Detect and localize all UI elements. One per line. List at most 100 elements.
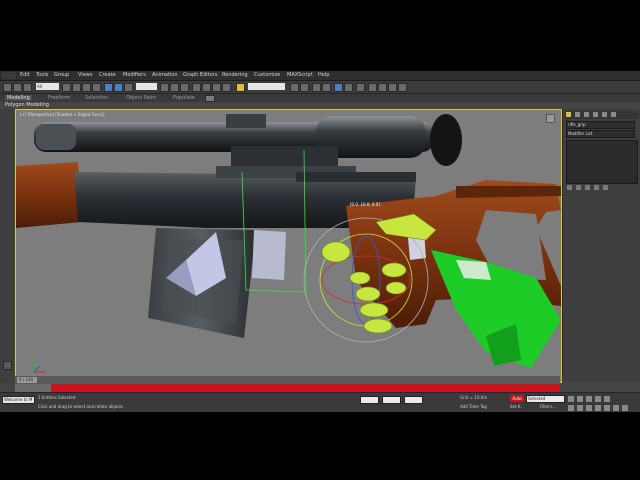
x-coordinate-field[interactable] <box>360 396 379 404</box>
modifier-stack[interactable] <box>566 140 638 184</box>
menu-graph-editors[interactable]: Graph Editors <box>183 72 217 78</box>
rendered-frame-window-icon[interactable] <box>378 83 387 92</box>
scope-model[interactable] <box>34 114 462 168</box>
modifier-stack-buttons <box>566 185 636 192</box>
named-selection-sets-dropdown[interactable] <box>248 83 285 90</box>
status-bar: Welcome to M 1 Entities Selected Click a… <box>0 392 640 412</box>
menu-animation[interactable]: Animation <box>152 72 178 78</box>
ribbon-options-icon[interactable] <box>205 95 215 102</box>
select-object-icon[interactable] <box>62 83 71 92</box>
set-key-button[interactable]: Set K. <box>510 404 522 409</box>
remove-modifier-icon[interactable] <box>594 185 599 190</box>
render-setup-icon[interactable] <box>368 83 377 92</box>
named-selection-icon[interactable] <box>236 83 245 92</box>
field-of-view-icon[interactable] <box>595 405 601 411</box>
zoom-icon[interactable] <box>568 405 574 411</box>
make-unique-icon[interactable] <box>585 185 590 190</box>
pin-stack-icon[interactable] <box>567 185 572 190</box>
selection-filter-dropdown[interactable]: All <box>36 83 59 90</box>
app-logo-icon[interactable] <box>2 72 16 79</box>
display-tab-icon[interactable] <box>602 112 607 117</box>
render-teapot-icon[interactable] <box>398 83 407 92</box>
perspective-viewport[interactable]: [+] [Perspective] [Shaded + Edged Faces]… <box>15 109 562 383</box>
previous-frame-icon[interactable] <box>577 396 583 402</box>
zoom-all-icon[interactable] <box>577 405 583 411</box>
spinner-snap-icon[interactable] <box>222 83 231 92</box>
playback-controls <box>568 396 638 402</box>
auto-key-button[interactable]: Auto <box>510 395 524 402</box>
time-slider-thumb[interactable]: 0 / 100 <box>17 377 37 383</box>
grid-size-label: Grid = 10.0m <box>460 395 488 400</box>
time-slider[interactable]: 0 / 100 <box>15 376 560 384</box>
snaps-toggle-icon[interactable] <box>192 83 201 92</box>
configure-modifier-sets-icon[interactable] <box>603 185 608 190</box>
key-filters-button[interactable]: Filters... <box>540 404 556 409</box>
z-coordinate-field[interactable] <box>404 396 423 404</box>
zoom-extents-icon[interactable] <box>586 405 592 411</box>
pan-icon[interactable] <box>604 405 610 411</box>
select-scale-icon[interactable] <box>124 83 133 92</box>
create-tab-icon[interactable] <box>566 112 571 117</box>
percent-snap-icon[interactable] <box>212 83 221 92</box>
schematic-view-icon[interactable] <box>344 83 353 92</box>
orbit-icon[interactable] <box>613 405 619 411</box>
menu-maxscript[interactable]: MAXScript <box>287 72 313 78</box>
link-icon[interactable] <box>23 83 32 92</box>
tab-modeling[interactable]: Modeling <box>5 95 32 101</box>
motion-tab-icon[interactable] <box>593 112 598 117</box>
reference-coordinate-dropdown[interactable] <box>136 83 157 90</box>
menu-views[interactable]: Views <box>78 72 92 78</box>
select-move-icon[interactable] <box>104 83 113 92</box>
render-production-icon[interactable] <box>388 83 397 92</box>
tab-selection[interactable]: Selection <box>85 95 108 101</box>
manipulate-icon[interactable] <box>170 83 179 92</box>
hierarchy-tab-icon[interactable] <box>584 112 589 117</box>
y-coordinate-field[interactable] <box>382 396 401 404</box>
foregrip-model[interactable] <box>16 162 82 228</box>
next-frame-icon[interactable] <box>595 396 601 402</box>
utilities-tab-icon[interactable] <box>611 112 616 117</box>
tab-populate[interactable]: Populate <box>173 95 195 101</box>
maximize-viewport-icon[interactable] <box>622 405 628 411</box>
menu-customize[interactable]: Customize <box>254 72 280 78</box>
menu-tools[interactable]: Tools <box>36 72 48 78</box>
redo-icon[interactable] <box>13 83 22 92</box>
mirror-icon[interactable] <box>290 83 299 92</box>
show-end-result-icon[interactable] <box>576 185 581 190</box>
modify-tab-icon[interactable] <box>575 112 580 117</box>
play-icon[interactable] <box>586 396 592 402</box>
material-editor-icon[interactable] <box>356 83 365 92</box>
curve-editor-icon[interactable] <box>334 83 343 92</box>
tab-freeform[interactable]: Freeform <box>48 95 70 101</box>
undo-icon[interactable] <box>3 83 12 92</box>
menu-edit[interactable]: Edit <box>20 72 30 78</box>
tab-object-paint[interactable]: Object Paint <box>126 95 156 101</box>
track-bar[interactable] <box>15 384 560 392</box>
maxscript-listener[interactable]: Welcome to M <box>2 396 35 404</box>
go-to-end-icon[interactable] <box>604 396 610 402</box>
viewport-label[interactable]: [+] [Perspective] [Shaded + Edged Faces] <box>20 112 104 117</box>
add-time-tag-button[interactable]: Add Time Tag <box>460 404 487 409</box>
menu-help[interactable]: Help <box>318 72 329 78</box>
maxscript-mini-listener-icon[interactable] <box>3 361 12 370</box>
key-filter-dropdown[interactable]: Selected <box>526 395 565 403</box>
angle-snap-icon[interactable] <box>202 83 211 92</box>
viewcube-icon[interactable] <box>546 114 555 123</box>
select-rotate-icon[interactable] <box>114 83 123 92</box>
menu-modifiers[interactable]: Modifiers <box>123 72 146 78</box>
align-icon[interactable] <box>300 83 309 92</box>
region-select-icon[interactable] <box>82 83 91 92</box>
layer-manager-icon[interactable] <box>312 83 321 92</box>
keyboard-shortcut-icon[interactable] <box>180 83 189 92</box>
window-crossing-icon[interactable] <box>92 83 101 92</box>
menu-rendering[interactable]: Rendering <box>222 72 248 78</box>
polygon-modeling-label[interactable]: Polygon Modeling <box>5 102 49 108</box>
modifier-list-dropdown[interactable]: Modifier List <box>566 130 635 138</box>
pivot-center-icon[interactable] <box>160 83 169 92</box>
object-name-field[interactable]: rifle_grip <box>566 121 635 129</box>
select-by-name-icon[interactable] <box>72 83 81 92</box>
menu-group[interactable]: Group <box>54 72 69 78</box>
graphite-toggle-icon[interactable] <box>322 83 331 92</box>
go-to-start-icon[interactable] <box>568 396 574 402</box>
menu-create[interactable]: Create <box>99 72 116 78</box>
